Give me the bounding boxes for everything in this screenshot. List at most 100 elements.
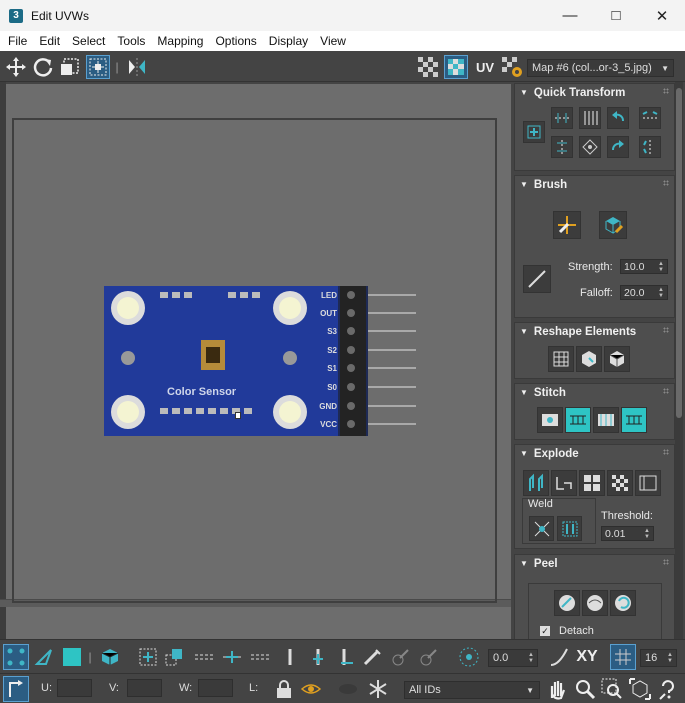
paint-select-icon[interactable] bbox=[359, 644, 385, 670]
flatten-by-material-id-icon[interactable] bbox=[635, 470, 661, 496]
freeze-icon[interactable] bbox=[365, 676, 391, 702]
menu-display[interactable]: Display bbox=[263, 34, 314, 48]
grip-icon[interactable] bbox=[663, 327, 669, 333]
v-field[interactable] bbox=[127, 679, 162, 697]
falloff-curve-icon[interactable] bbox=[546, 644, 572, 670]
map-select[interactable]: Map #6 (col...or-3_5.jpg) ▼ bbox=[527, 59, 674, 77]
shrink-ring-icon[interactable] bbox=[247, 644, 273, 670]
grip-icon[interactable] bbox=[663, 559, 669, 565]
minimize-button[interactable]: — bbox=[547, 0, 593, 31]
relax-until-flat-icon[interactable] bbox=[576, 346, 602, 372]
filter-icon[interactable] bbox=[335, 676, 361, 702]
stitch-average-icon[interactable] bbox=[593, 407, 619, 433]
align-horizontal-icon[interactable] bbox=[551, 107, 573, 129]
checker-pattern-icon[interactable] bbox=[416, 55, 440, 79]
shrink-brush-icon[interactable] bbox=[415, 644, 441, 670]
uv-vertex-handle[interactable] bbox=[235, 412, 241, 419]
space-horizontal-icon[interactable] bbox=[579, 107, 601, 129]
zoom-region-icon[interactable] bbox=[599, 676, 625, 702]
detach-checkbox[interactable]: ✓ bbox=[540, 626, 550, 636]
menu-options[interactable]: Options bbox=[209, 34, 262, 48]
panel-header[interactable]: ▼ Reshape Elements bbox=[515, 323, 674, 340]
u-field[interactable] bbox=[57, 679, 92, 697]
absolute-mode-icon[interactable] bbox=[3, 676, 29, 702]
grip-icon[interactable] bbox=[663, 88, 669, 94]
help-icon[interactable] bbox=[655, 676, 681, 702]
stitch-custom-icon[interactable] bbox=[537, 407, 563, 433]
stitch-to-source-icon[interactable] bbox=[621, 407, 647, 433]
menu-select[interactable]: Select bbox=[66, 34, 111, 48]
relax-brush-icon[interactable] bbox=[599, 211, 627, 239]
w-field[interactable] bbox=[198, 679, 233, 697]
panel-header[interactable]: ▼ Quick Transform bbox=[515, 84, 674, 101]
maximize-button[interactable]: □ bbox=[593, 0, 639, 31]
weld-threshold-icon[interactable] bbox=[557, 516, 582, 541]
uv-label[interactable]: UV bbox=[472, 55, 498, 79]
straighten-icon[interactable] bbox=[579, 136, 601, 158]
menu-edit[interactable]: Edit bbox=[33, 34, 66, 48]
panel-header[interactable]: ▼ Stitch bbox=[515, 384, 674, 401]
strength-spinner[interactable]: 10.0 ▲ ▼ bbox=[620, 259, 668, 274]
break-icon[interactable] bbox=[523, 470, 549, 496]
close-button[interactable]: ✕ bbox=[639, 0, 685, 31]
rotate-ccw-icon[interactable] bbox=[607, 107, 629, 129]
grid-size-field[interactable]: 16 ▲ ▼ bbox=[640, 649, 677, 667]
grip-icon[interactable] bbox=[663, 388, 669, 394]
grid-snap-icon[interactable] bbox=[610, 644, 636, 670]
rotation-field[interactable]: 0.0 ▲ ▼ bbox=[488, 649, 538, 667]
spinner-arrows-icon[interactable]: ▲ ▼ bbox=[667, 652, 673, 664]
detach-edge-verts-icon[interactable] bbox=[551, 470, 577, 496]
menu-file[interactable]: File bbox=[2, 34, 33, 48]
grip-icon[interactable] bbox=[663, 180, 669, 186]
loop-select-icon[interactable] bbox=[277, 644, 303, 670]
flatten-by-polygon-angle-icon[interactable] bbox=[579, 470, 605, 496]
scrollbar-thumb[interactable] bbox=[676, 88, 682, 418]
panel-header[interactable]: ▼ Brush bbox=[515, 176, 674, 193]
relax-icon[interactable] bbox=[604, 346, 630, 372]
sidebar-scrollbar[interactable] bbox=[675, 82, 683, 639]
vertex-mode-icon[interactable] bbox=[3, 644, 29, 670]
freeform-mode-icon[interactable] bbox=[86, 55, 110, 79]
show-map-icon[interactable] bbox=[444, 55, 468, 79]
enlarge-brush-icon[interactable] bbox=[387, 644, 413, 670]
zoom-extents-icon[interactable] bbox=[627, 676, 653, 702]
move-icon[interactable] bbox=[4, 55, 28, 79]
scale-icon[interactable] bbox=[58, 55, 82, 79]
spinner-arrows-icon[interactable]: ▲ ▼ bbox=[644, 528, 650, 540]
zoom-icon[interactable] bbox=[572, 676, 598, 702]
straighten-selection-icon[interactable] bbox=[548, 346, 574, 372]
grow-ring-icon[interactable] bbox=[219, 644, 245, 670]
spinner-arrows-icon[interactable]: ▲ ▼ bbox=[658, 287, 664, 299]
shrink-selection-icon[interactable] bbox=[161, 644, 187, 670]
soft-selection-icon[interactable] bbox=[456, 644, 482, 670]
spinner-arrows-icon[interactable]: ▲ ▼ bbox=[528, 652, 534, 664]
edge-mode-icon[interactable] bbox=[31, 644, 57, 670]
falloff-spinner[interactable]: 20.0 ▲ ▼ bbox=[620, 285, 668, 300]
stitch-to-target-icon[interactable] bbox=[565, 407, 591, 433]
mirror-icon[interactable] bbox=[125, 55, 149, 79]
spinner-arrows-icon[interactable]: ▲ ▼ bbox=[658, 261, 664, 273]
menu-view[interactable]: View bbox=[314, 34, 352, 48]
rotate-icon[interactable] bbox=[31, 55, 55, 79]
pan-hand-icon[interactable] bbox=[544, 676, 570, 702]
flatten-by-smoothing-groups-icon[interactable] bbox=[607, 470, 633, 496]
ring-select-icon[interactable] bbox=[191, 644, 217, 670]
reset-peel-icon[interactable] bbox=[610, 590, 636, 616]
brush-falloff-curve-icon[interactable] bbox=[523, 265, 551, 293]
panel-header[interactable]: ▼ Explode bbox=[515, 445, 674, 462]
texture-settings-icon[interactable] bbox=[500, 55, 524, 79]
quick-peel-icon[interactable] bbox=[554, 590, 580, 616]
hide-show-icon[interactable] bbox=[298, 676, 324, 702]
lock-icon[interactable] bbox=[271, 676, 297, 702]
flip-horizontal-icon[interactable] bbox=[639, 107, 661, 129]
paint-move-icon[interactable] bbox=[553, 211, 581, 239]
weld-selected-icon[interactable] bbox=[529, 516, 554, 541]
element-mode-icon[interactable] bbox=[97, 644, 123, 670]
threshold-spinner[interactable]: 0.01 ▲ ▼ bbox=[601, 526, 654, 541]
align-vertical-icon[interactable] bbox=[551, 136, 573, 158]
shrink-loop-icon[interactable] bbox=[333, 644, 359, 670]
xy-label[interactable]: XY bbox=[573, 644, 601, 670]
polygon-mode-icon[interactable] bbox=[59, 644, 85, 670]
quick-transform-pivot-icon[interactable] bbox=[523, 121, 545, 143]
peel-mode-icon[interactable] bbox=[582, 590, 608, 616]
